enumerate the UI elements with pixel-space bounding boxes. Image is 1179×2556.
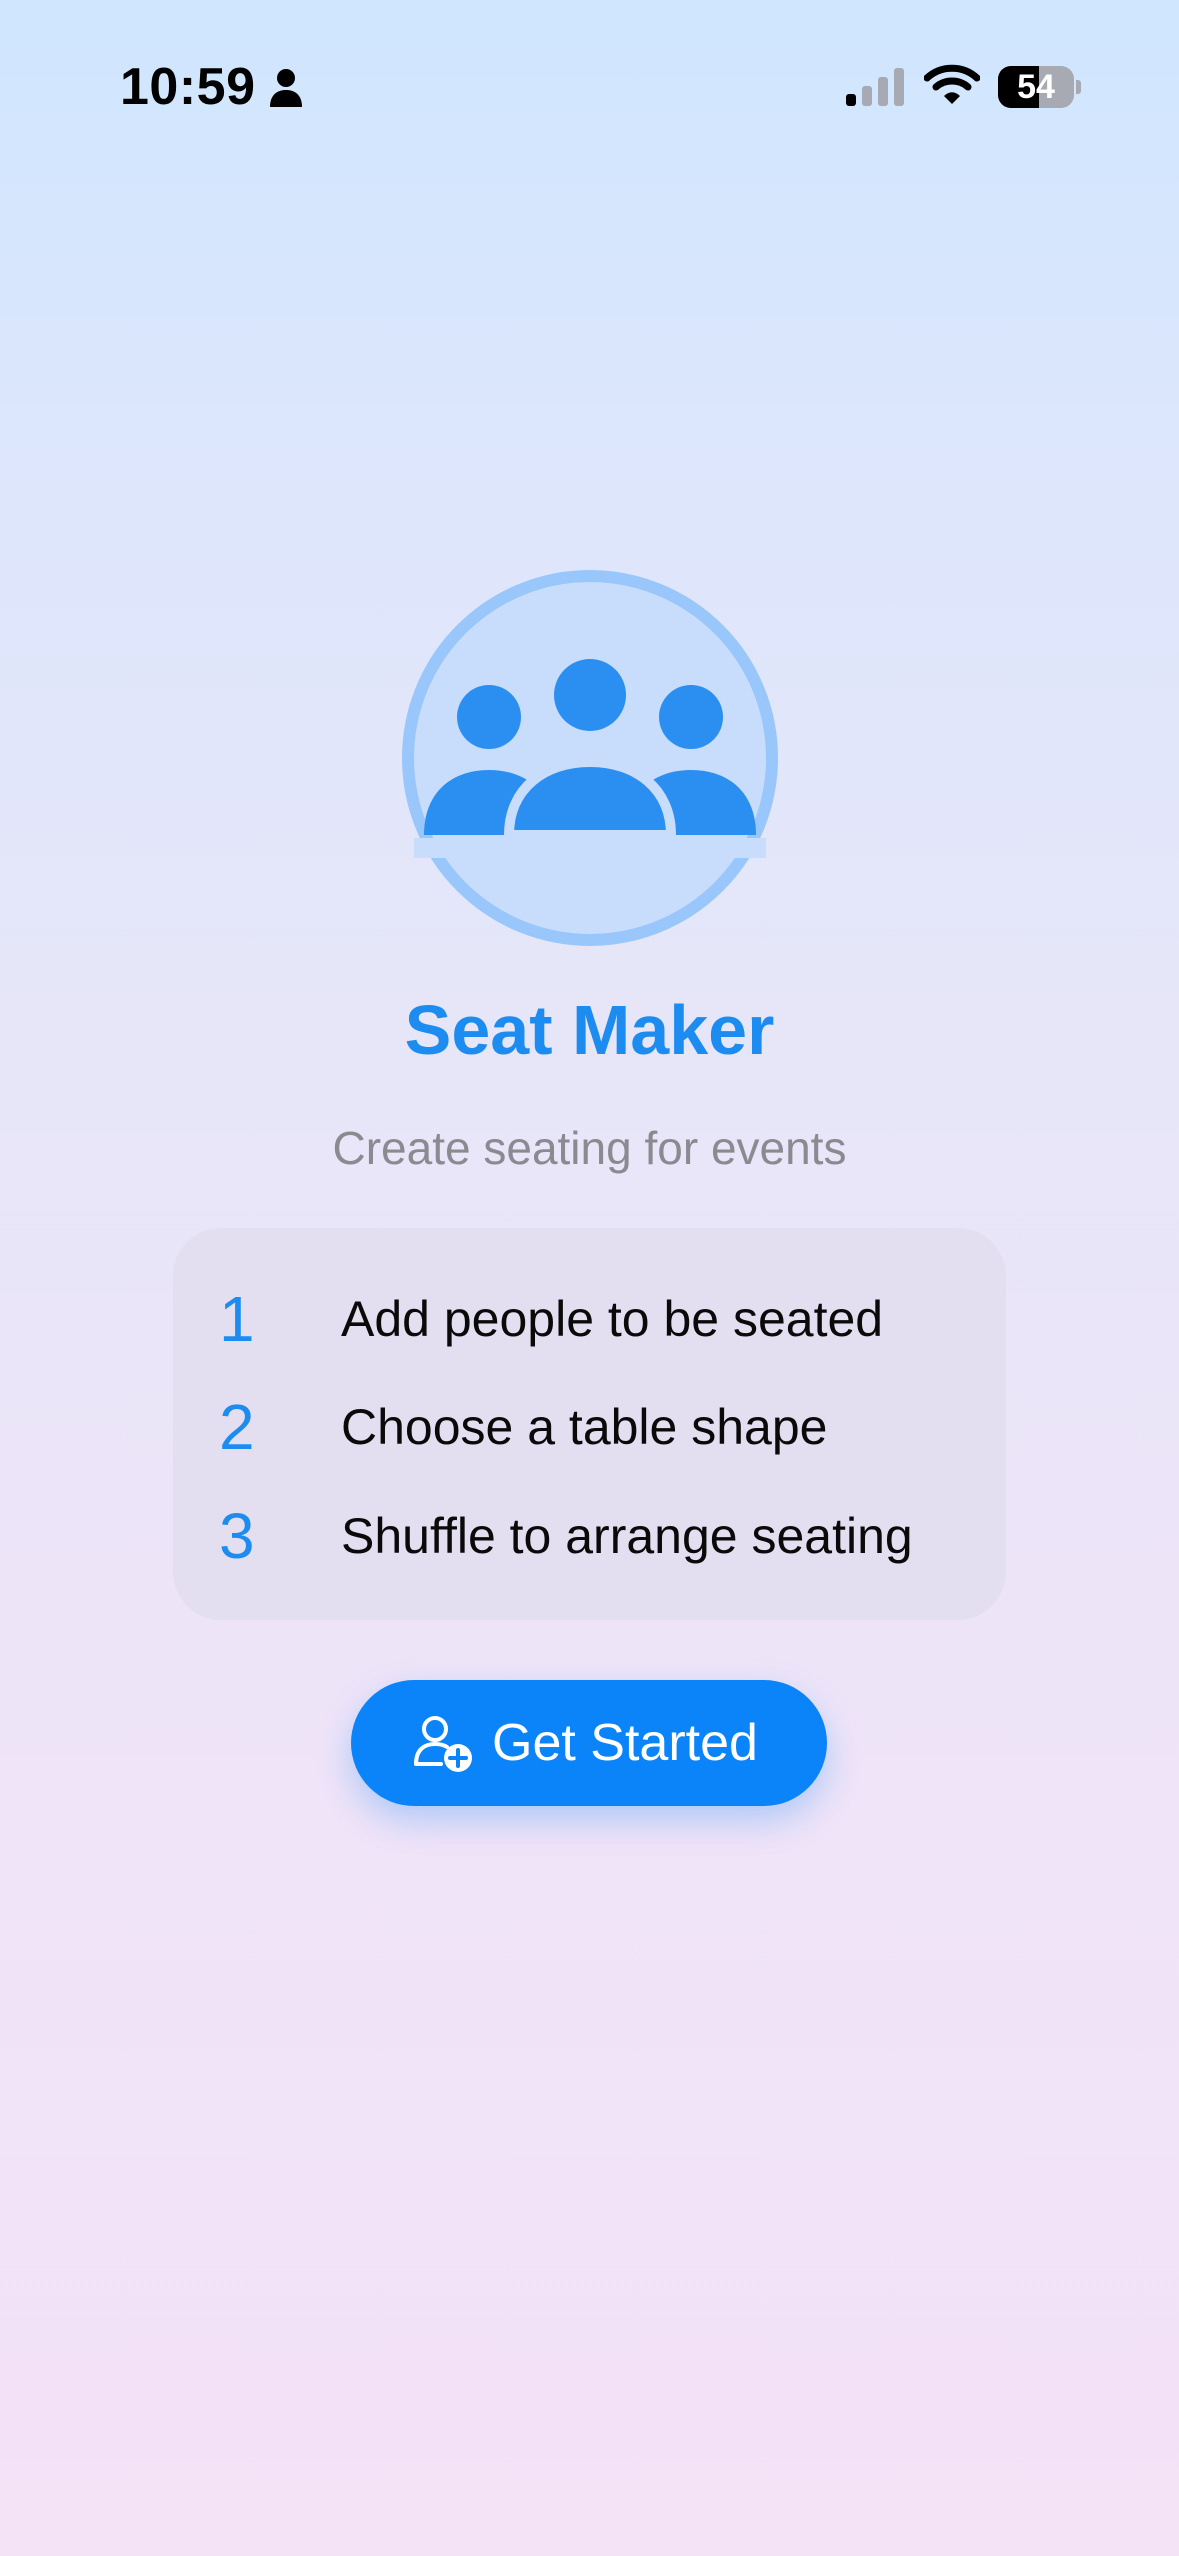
step-item: 2 Choose a table shape [173, 1382, 1006, 1472]
step-number: 3 [219, 1500, 255, 1572]
battery-icon: 54 [998, 66, 1081, 108]
get-started-label: Get Started [492, 1714, 758, 1772]
step-item: 1 Add people to be seated [173, 1274, 1006, 1364]
app-logo [402, 570, 778, 946]
step-number: 1 [219, 1283, 255, 1355]
step-label: Add people to be seated [341, 1291, 884, 1347]
cellular-signal-icon [846, 68, 904, 106]
steps-card: 1 Add people to be seated 2 Choose a tab… [173, 1228, 1006, 1620]
step-item: 3 Shuffle to arrange seating [173, 1491, 1006, 1581]
get-started-button[interactable]: Get Started [351, 1680, 827, 1806]
battery-body: 54 [998, 66, 1074, 108]
person-icon [270, 69, 302, 107]
step-number: 2 [219, 1391, 255, 1463]
wifi-icon [924, 64, 980, 104]
step-label: Choose a table shape [341, 1399, 828, 1455]
step-label: Shuffle to arrange seating [341, 1508, 913, 1564]
app-title: Seat Maker [404, 991, 775, 1069]
person-add-icon [414, 1716, 472, 1772]
status-time: 10:59 [120, 58, 256, 116]
status-bar: 10:59 54 [0, 0, 1179, 170]
app-subtitle: Create seating for events [332, 1122, 847, 1174]
battery-percent: 54 [1017, 68, 1055, 106]
group-people-icon [414, 659, 766, 858]
battery-cap [1076, 80, 1081, 94]
